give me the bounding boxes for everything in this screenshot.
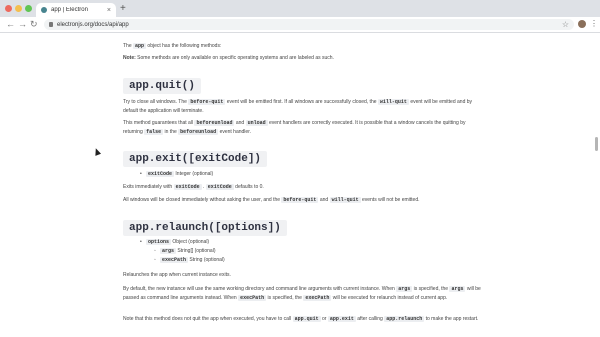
doc-page: The app object has the following methods… bbox=[0, 34, 600, 337]
browser-menu-icon[interactable]: ⋮ bbox=[590, 19, 598, 29]
maximize-window-button[interactable] bbox=[25, 5, 32, 12]
relaunch-paragraph-3: Note that this method does not quit the … bbox=[123, 316, 479, 322]
page-scrollbar[interactable] bbox=[595, 137, 598, 151]
address-bar[interactable]: electronjs.org/docs/api/app ☆ bbox=[44, 19, 574, 30]
minimize-window-button[interactable] bbox=[15, 5, 22, 12]
quit-paragraph-2: This method guarantees that all beforeun… bbox=[123, 120, 466, 135]
new-tab-button[interactable]: + bbox=[120, 3, 126, 15]
back-button[interactable]: ← bbox=[6, 19, 15, 30]
heading-app-relaunch[interactable]: app.relaunch([options]) bbox=[123, 220, 287, 236]
bookmark-star-icon[interactable]: ☆ bbox=[562, 20, 569, 29]
relaunch-options-item: options Object (optional) bbox=[140, 239, 209, 246]
forward-button[interactable]: → bbox=[18, 19, 27, 30]
tab-title: app | Electron bbox=[51, 7, 88, 13]
mouse-cursor-icon bbox=[92, 147, 102, 156]
quit-paragraph-1: Try to close all windows. The before-qui… bbox=[123, 99, 473, 114]
lock-icon bbox=[49, 22, 53, 27]
relaunch-paragraph-2: By default, the new instance will use th… bbox=[123, 286, 481, 301]
browser-toolbar: ← → ↻ electronjs.org/docs/api/app ☆ ⋮ bbox=[0, 17, 600, 33]
exit-paragraph-1: Exits immediately with exitCode . exitCo… bbox=[123, 184, 264, 190]
exit-paragraph-2: All windows will be closed immediately w… bbox=[123, 197, 420, 203]
heading-app-exit[interactable]: app.exit([exitCode]) bbox=[123, 151, 268, 167]
close-window-button[interactable] bbox=[5, 5, 12, 12]
electron-favicon-icon bbox=[41, 7, 47, 13]
relaunch-paragraph-1: Relaunches the app when current instance… bbox=[123, 272, 231, 278]
exit-param-item: exitCode Integer (optional) bbox=[140, 171, 213, 178]
url-text[interactable]: electronjs.org/docs/api/app bbox=[57, 22, 558, 28]
relaunch-execpath-item: execPath String (optional) bbox=[154, 257, 225, 264]
inline-code: app bbox=[133, 43, 147, 49]
profile-avatar[interactable] bbox=[578, 20, 586, 28]
heading-app-quit[interactable]: app.quit() bbox=[123, 78, 202, 94]
browser-tabstrip: app | Electron × + bbox=[0, 0, 600, 17]
relaunch-args-item: args String[] (optional) bbox=[154, 248, 215, 255]
reload-button[interactable]: ↻ bbox=[30, 19, 38, 30]
browser-tab[interactable]: app | Electron × bbox=[36, 3, 116, 17]
intro-text: The app object has the following methods… bbox=[123, 43, 222, 49]
tab-close-icon[interactable]: × bbox=[107, 7, 111, 14]
note-text: Note: Some methods are only available on… bbox=[123, 55, 334, 61]
